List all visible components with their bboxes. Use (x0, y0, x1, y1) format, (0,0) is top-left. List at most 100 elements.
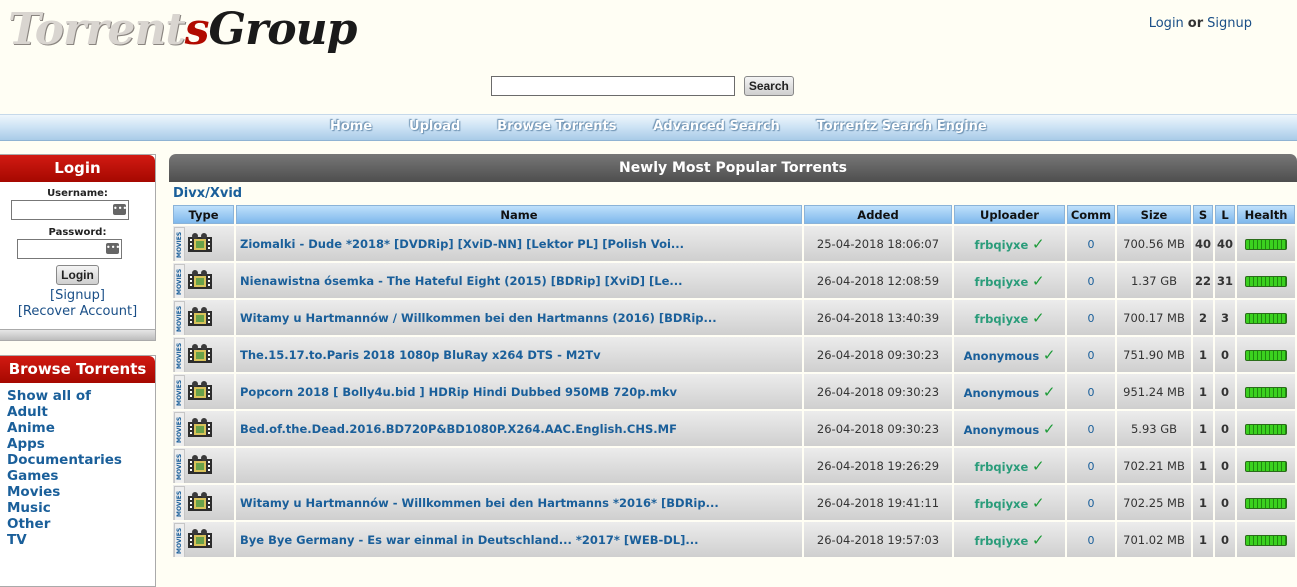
username-field[interactable]: ••• (11, 200, 129, 220)
recover-account-link[interactable]: [Recover Account] (18, 304, 137, 319)
type-cell[interactable]: MOVIES (173, 226, 234, 261)
col-added[interactable]: Added (804, 205, 952, 224)
torrent-link[interactable]: Bed.of.the.Dead.2016.BD720P&BD1080P.X264… (240, 422, 677, 436)
col-uploader[interactable]: Uploader (954, 205, 1065, 224)
col-health[interactable]: Health (1237, 205, 1295, 224)
type-cell[interactable]: MOVIES (173, 448, 234, 483)
login-panel-footer (0, 329, 155, 340)
uploader-name[interactable]: frbqiyxe (974, 275, 1028, 289)
col-seeders[interactable]: S (1193, 205, 1213, 224)
comments-link[interactable]: 0 (1088, 386, 1095, 399)
type-cell[interactable]: MOVIES (173, 411, 234, 446)
added-cell: 26-04-2018 19:26:29 (804, 448, 952, 483)
film-reel-icon (188, 529, 212, 548)
col-comm[interactable]: Comm (1067, 205, 1115, 224)
health-bar (1245, 349, 1287, 361)
verified-check-icon: ✓ (1031, 530, 1045, 549)
type-cell[interactable]: MOVIES (173, 300, 234, 335)
site-logo[interactable]: TorrentsGroup (8, 2, 357, 58)
type-cell[interactable]: MOVIES (173, 485, 234, 520)
seeders-cell: 22 (1193, 263, 1213, 298)
signup-sidebar-link[interactable]: [Signup] (50, 288, 105, 303)
leechers-cell: 40 (1215, 226, 1235, 261)
uploader-cell: Anonymous ✓ (954, 411, 1065, 446)
col-type[interactable]: Type (173, 205, 234, 224)
uploader-name[interactable]: frbqiyxe (974, 238, 1028, 252)
category-show-all[interactable]: Show all of (7, 388, 91, 404)
category-other[interactable]: Other (7, 516, 50, 532)
torrent-link[interactable]: Popcorn 2018 [ Bolly4u.bid ] HDRip Hindi… (240, 385, 677, 399)
comments-link[interactable]: 0 (1088, 497, 1095, 510)
film-reel-icon (188, 344, 212, 363)
seeders-cell: 1 (1193, 522, 1213, 557)
uploader-name[interactable]: frbqiyxe (974, 497, 1028, 511)
verified-check-icon: ✓ (1042, 419, 1056, 438)
comments-link[interactable]: 0 (1088, 460, 1095, 473)
torrent-link[interactable]: Nienawistna ósemka - The Hateful Eight (… (240, 274, 683, 288)
main-panel: Newly Most Popular Torrents Divx/Xvid Ty… (169, 154, 1297, 571)
type-cell[interactable]: MOVIES (173, 374, 234, 409)
seeders-cell: 1 (1193, 448, 1213, 483)
uploader-name[interactable]: Anonymous (964, 423, 1040, 437)
comments-cell: 0 (1067, 300, 1115, 335)
comments-cell: 0 (1067, 226, 1115, 261)
uploader-name[interactable]: frbqiyxe (974, 460, 1028, 474)
category-heading[interactable]: Divx/Xvid (169, 182, 1297, 203)
torrent-link[interactable]: Witamy u Hartmannów - Willkommen bei den… (240, 496, 719, 510)
comments-link[interactable]: 0 (1088, 423, 1095, 436)
type-cell[interactable]: MOVIES (173, 522, 234, 557)
category-apps[interactable]: Apps (7, 436, 45, 452)
uploader-name[interactable]: frbqiyxe (974, 312, 1028, 326)
password-manager-icon[interactable]: ••• (113, 204, 127, 215)
health-bar (1245, 275, 1287, 287)
password-manager-icon[interactable]: ••• (106, 243, 120, 254)
comments-link[interactable]: 0 (1088, 312, 1095, 325)
category-tv[interactable]: TV (7, 532, 27, 548)
logo-text-part1: Torrent (8, 4, 186, 55)
col-size[interactable]: Size (1117, 205, 1191, 224)
search-button[interactable]: Search (743, 76, 794, 96)
nav-upload[interactable]: Upload (409, 119, 460, 134)
film-reel-icon (188, 233, 212, 252)
category-games[interactable]: Games (7, 468, 58, 484)
comments-link[interactable]: 0 (1088, 238, 1095, 251)
category-movies[interactable]: Movies (7, 484, 60, 500)
nav-advanced-search[interactable]: Advanced Search (653, 119, 780, 134)
category-anime[interactable]: Anime (7, 420, 55, 436)
nav-browse-torrents[interactable]: Browse Torrents (497, 119, 616, 134)
uploader-name[interactable]: frbqiyxe (974, 534, 1028, 548)
size-cell: 751.90 MB (1117, 337, 1191, 372)
or-text: or (1187, 16, 1204, 31)
col-leechers[interactable]: L (1215, 205, 1235, 224)
comments-link[interactable]: 0 (1088, 275, 1095, 288)
nav-torrentz-search-engine[interactable]: Torrentz Search Engine (817, 119, 987, 134)
type-cell[interactable]: MOVIES (173, 263, 234, 298)
size-cell: 701.02 MB (1117, 522, 1191, 557)
login-link[interactable]: Login (1149, 16, 1184, 31)
category-documentaries[interactable]: Documentaries (7, 452, 122, 468)
password-field[interactable]: ••• (17, 239, 122, 259)
leechers-cell: 0 (1215, 337, 1235, 372)
category-adult[interactable]: Adult (7, 404, 48, 420)
film-reel-icon (188, 307, 212, 326)
film-reel-icon (188, 381, 212, 400)
login-button[interactable]: Login (56, 265, 99, 285)
size-cell: 700.56 MB (1117, 226, 1191, 261)
torrent-link[interactable]: Witamy u Hartmannów / Willkommen bei den… (240, 311, 717, 325)
col-name[interactable]: Name (236, 205, 802, 224)
type-cell[interactable]: MOVIES (173, 337, 234, 372)
search-input[interactable] (491, 76, 735, 96)
torrent-link[interactable]: The.15.17.to.Paris 2018 1080p BluRay x26… (240, 348, 601, 362)
table-row: MOVIES Popcorn 2018 [ Bolly4u.bid ] HDRip… (173, 374, 1295, 409)
signup-link[interactable]: Signup (1207, 16, 1252, 31)
torrent-link[interactable]: Ziomalki - Dude *2018* [DVDRip] [XviD-NN… (240, 237, 684, 251)
uploader-name[interactable]: Anonymous (964, 386, 1040, 400)
torrent-link[interactable]: Bye Bye Germany - Es war einmal in Deuts… (240, 533, 698, 547)
uploader-cell: Anonymous ✓ (954, 374, 1065, 409)
category-music[interactable]: Music (7, 500, 51, 516)
comments-link[interactable]: 0 (1088, 534, 1095, 547)
nav-home[interactable]: Home (330, 119, 372, 134)
table-row: MOVIES Bed.of.the.Dead.2016.BD720P&BD1080… (173, 411, 1295, 446)
uploader-name[interactable]: Anonymous (964, 349, 1040, 363)
comments-link[interactable]: 0 (1088, 349, 1095, 362)
